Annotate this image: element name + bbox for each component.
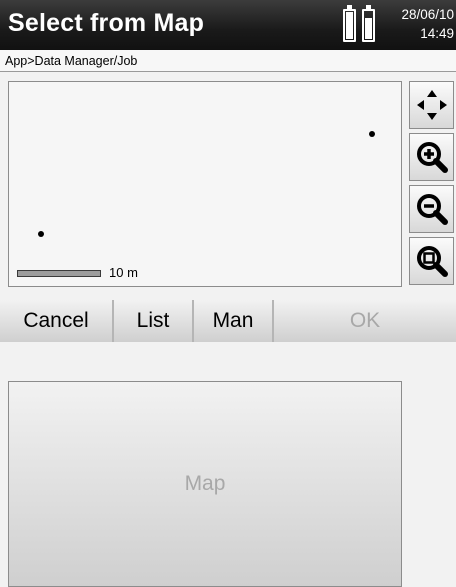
zoom-in-button[interactable] <box>409 133 454 181</box>
time-text: 14:49 <box>420 26 454 41</box>
zoom-out-icon <box>416 194 448 225</box>
pan-button[interactable] <box>409 81 454 129</box>
pan-icon <box>416 90 447 120</box>
datetime: 28/06/10 14:49 <box>401 5 454 43</box>
scale-bar <box>17 270 101 277</box>
ok-button[interactable]: OK <box>274 300 456 342</box>
zoom-extents-icon <box>416 246 448 277</box>
map-view[interactable]: 10 m <box>8 81 402 287</box>
map-button[interactable]: Map <box>8 381 402 587</box>
battery-icon <box>343 5 356 42</box>
battery-icon <box>362 5 375 42</box>
page-title: Select from Map <box>8 9 205 37</box>
zoom-out-button[interactable] <box>409 185 454 233</box>
date-text: 28/06/10 <box>401 7 454 22</box>
breadcrumb: App>Data Manager/Job <box>0 50 456 72</box>
title-bar: Select from Map 28/06/10 14:49 <box>0 0 456 50</box>
zoom-extents-button[interactable] <box>409 237 454 285</box>
cancel-button[interactable]: Cancel <box>0 300 112 342</box>
softkey-bar: Cancel Map List Man OK <box>0 300 456 587</box>
zoom-in-icon <box>416 142 448 173</box>
map-point[interactable] <box>38 231 44 237</box>
manual-button[interactable]: Man <box>194 300 272 342</box>
list-button[interactable]: List <box>114 300 192 342</box>
scale-label: 10 m <box>109 265 138 280</box>
map-point[interactable] <box>369 131 375 137</box>
